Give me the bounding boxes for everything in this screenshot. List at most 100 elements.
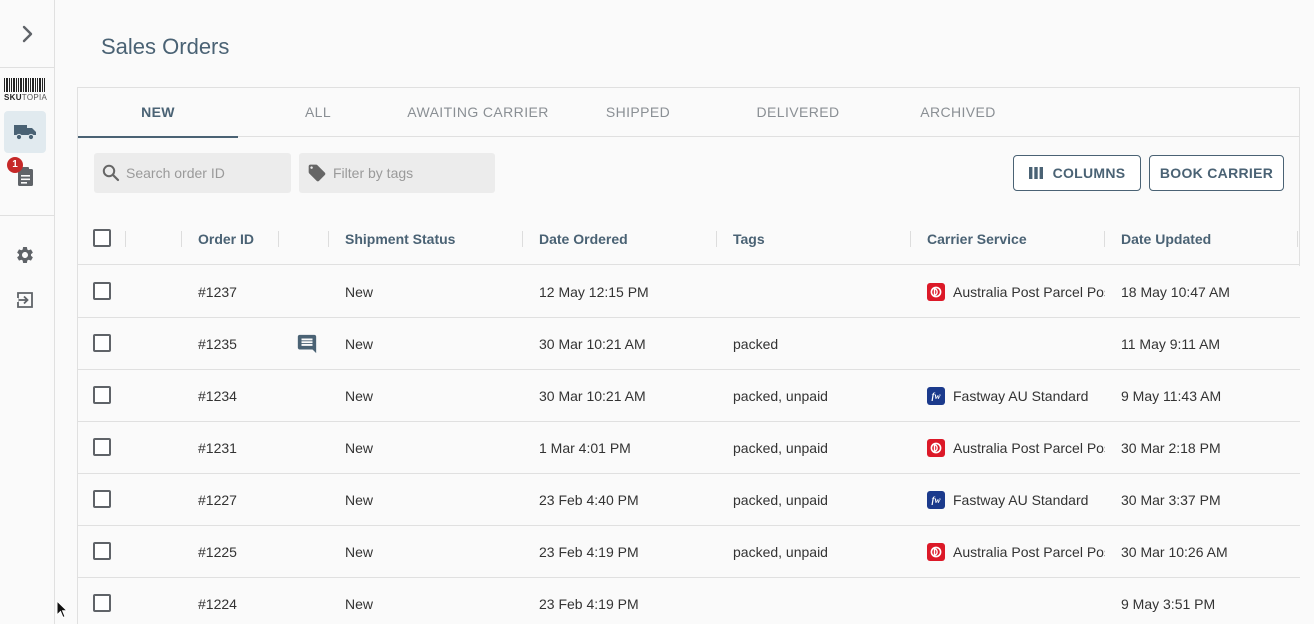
tags-cell: packed, unpaid (733, 544, 828, 560)
barcode-logo (4, 78, 45, 92)
date-updated-cell: 30 Mar 3:37 PM (1121, 492, 1221, 508)
tag-icon (308, 164, 326, 182)
column-divider (522, 231, 523, 247)
tags-cell (733, 266, 903, 318)
tab-awaiting-carrier-label: Awaiting Carrier (407, 104, 549, 120)
date-ordered-cell: 30 Mar 10:21 AM (539, 336, 646, 352)
header-carrier-service[interactable]: Carrier Service (927, 213, 1027, 265)
row-checkbox[interactable] (93, 438, 111, 456)
table-row[interactable]: #1227 New 23 Feb 4:40 PM packed, unpaid fw Fa… (78, 474, 1300, 526)
date-ordered-cell: 23 Feb 4:19 PM (539, 544, 639, 560)
tab-all[interactable]: All (238, 88, 398, 136)
page-title: Sales Orders (101, 34, 230, 59)
left-nav-rail: SKUTOPIA 1 (0, 0, 55, 624)
date-updated-cell: 30 Mar 10:26 AM (1121, 544, 1228, 560)
date-updated-cell: 18 May 10:47 AM (1121, 284, 1230, 300)
nav-inventory-button[interactable]: 1 (4, 156, 46, 198)
carrier-service-cell: Australia Post Parcel Post (927, 266, 1105, 318)
comment-icon[interactable] (296, 318, 320, 370)
header-order-id[interactable]: Order ID (198, 213, 254, 265)
table-header: Order ID Shipment Status Date Ordered Ta… (78, 213, 1300, 265)
row-checkbox[interactable] (93, 334, 111, 352)
table-row[interactable]: #1234 New 30 Mar 10:21 AM packed, unpaid fw F… (78, 370, 1300, 422)
date-ordered-cell: 1 Mar 4:01 PM (539, 440, 631, 456)
expand-nav-button[interactable] (0, 0, 55, 68)
header-shipment-status[interactable]: Shipment Status (345, 213, 455, 265)
gear-icon (17, 247, 33, 263)
date-ordered-cell: 12 May 12:15 PM (539, 284, 649, 300)
carrier-service-text: Fastway AU Standard (953, 388, 1089, 404)
brand-logo: SKUTOPIA (4, 78, 48, 102)
shipment-status-cell: New (345, 388, 374, 404)
tab-shipped[interactable]: Shipped (558, 88, 718, 136)
shipment-status-cell: New (345, 336, 374, 352)
date-updated-cell: 9 May 11:43 AM (1121, 388, 1222, 404)
date-updated-cell: 30 Mar 2:18 PM (1121, 440, 1221, 456)
tag-filter-box[interactable] (299, 153, 495, 193)
carrier-service-text: Australia Post Parcel Post (953, 284, 1105, 300)
tags-cell: packed, unpaid (733, 440, 828, 456)
column-divider (278, 231, 279, 247)
carrier-service-text: Australia Post Parcel Post (953, 440, 1105, 456)
column-divider (1297, 231, 1298, 247)
tab-awaiting-carrier[interactable]: Awaiting Carrier (398, 88, 558, 136)
order-id-cell: #1235 (198, 336, 237, 352)
shipment-status-cell: New (345, 544, 374, 560)
nav-orders-button[interactable] (4, 111, 46, 153)
status-tabs: New All Awaiting Carrier Shipped Deliver… (78, 88, 1300, 138)
row-checkbox[interactable] (93, 542, 111, 560)
table-row[interactable]: #1235 New 30 Mar 10:21 AM packed 11 May 9:11… (78, 318, 1300, 370)
date-ordered-cell: 23 Feb 4:19 PM (539, 596, 639, 612)
search-input[interactable] (126, 165, 286, 181)
row-checkbox[interactable] (93, 490, 111, 508)
select-all-checkbox[interactable] (93, 229, 111, 247)
table-row[interactable]: #1224 New 23 Feb 4:19 PM 9 May 3:51 PM (78, 578, 1300, 624)
search-order-box[interactable] (94, 153, 291, 193)
mouse-cursor-icon (56, 600, 68, 619)
tab-new-label: New (141, 104, 175, 120)
header-date-updated[interactable]: Date Updated (1121, 213, 1211, 265)
tab-new[interactable]: New (78, 88, 238, 138)
rail-divider (0, 215, 54, 216)
brand-name-bold: SKU (4, 93, 22, 102)
orders-panel: New All Awaiting Carrier Shipped Deliver… (77, 87, 1300, 624)
order-id-cell: #1224 (198, 596, 237, 612)
table-row[interactable]: #1237 New 12 May 12:15 PM Australia Post Pa… (78, 266, 1300, 318)
order-id-cell: #1237 (198, 284, 237, 300)
truck-icon (14, 125, 36, 141)
australia-post-logo-icon (927, 283, 945, 301)
row-checkbox[interactable] (93, 282, 111, 300)
columns-icon (1028, 167, 1043, 179)
brand-name-light: TOPIA (21, 93, 48, 102)
shipment-status-cell: New (345, 596, 374, 612)
carrier-service-text: Australia Post Parcel Post (953, 544, 1105, 560)
shipment-status-cell: New (345, 284, 374, 300)
date-updated-cell: 9 May 3:51 PM (1121, 596, 1216, 612)
header-date-ordered[interactable]: Date Ordered (539, 213, 628, 265)
tab-archived[interactable]: Archived (878, 88, 1038, 136)
column-divider (125, 231, 126, 247)
tags-cell: packed, unpaid (733, 388, 828, 404)
columns-button-label: COLUMNS (1052, 165, 1126, 181)
carrier-service-cell (927, 578, 1105, 624)
table-row[interactable]: #1225 New 23 Feb 4:19 PM packed, unpaid Aust… (78, 526, 1300, 578)
header-tags[interactable]: Tags (733, 213, 765, 265)
nav-settings-button[interactable] (4, 234, 46, 276)
carrier-service-cell: fw Fastway AU Standard (927, 474, 1105, 526)
column-divider (910, 231, 911, 247)
row-checkbox[interactable] (93, 386, 111, 404)
order-id-cell: #1234 (198, 388, 237, 404)
column-divider (1104, 231, 1105, 247)
nav-logout-button[interactable] (4, 279, 46, 321)
carrier-service-cell: Australia Post Parcel Post (927, 422, 1105, 474)
tab-delivered[interactable]: Delivered (718, 88, 878, 136)
row-checkbox[interactable] (93, 594, 111, 612)
book-carrier-button[interactable]: BOOK CARRIER (1149, 155, 1284, 191)
columns-button[interactable]: COLUMNS (1013, 155, 1141, 191)
tag-filter-input[interactable] (333, 165, 483, 181)
chevron-right-icon (22, 25, 32, 42)
order-id-cell: #1225 (198, 544, 237, 560)
shipment-status-cell: New (345, 440, 374, 456)
table-row[interactable]: #1231 New 1 Mar 4:01 PM packed, unpaid Austr… (78, 422, 1300, 474)
notification-badge: 1 (7, 157, 23, 173)
